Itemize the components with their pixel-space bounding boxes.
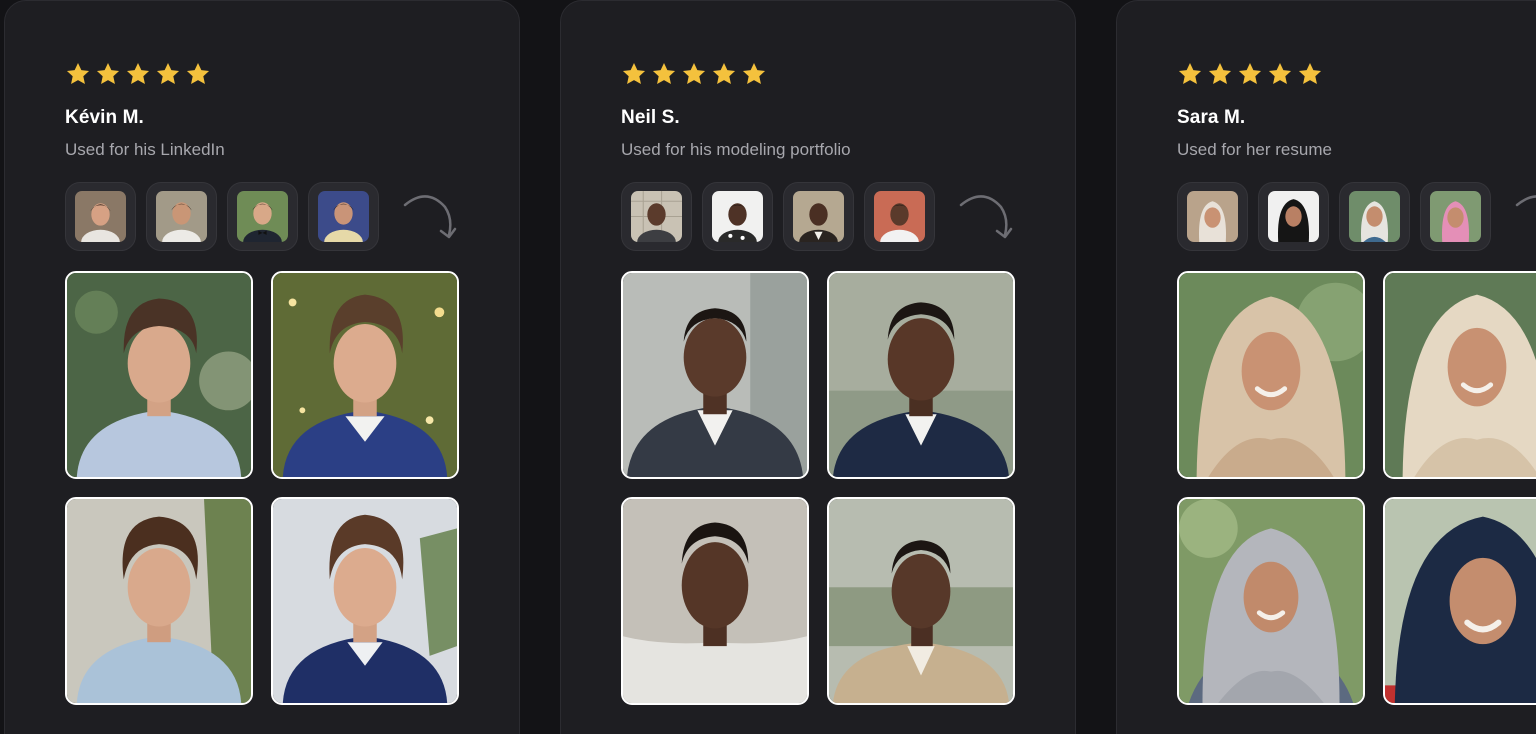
headshot-image <box>271 271 459 479</box>
headshot-image <box>827 497 1015 705</box>
headshot-image <box>1383 271 1536 479</box>
star-rating <box>65 61 211 87</box>
input-photo-thumbnail <box>1258 182 1329 251</box>
selfie-image <box>793 191 844 242</box>
headshot-image <box>65 497 253 705</box>
star-icon <box>156 62 180 84</box>
headshot-image <box>621 497 809 705</box>
curved-arrow-icon <box>403 195 457 239</box>
input-photo-thumbnail <box>1339 182 1410 251</box>
star-icon <box>682 62 706 84</box>
input-photo-thumbnail <box>864 182 935 251</box>
star-icon <box>1208 62 1232 84</box>
selfie-image <box>237 191 288 242</box>
input-photo-thumbnail <box>227 182 298 251</box>
reviewer-usage: Used for his LinkedIn <box>65 140 225 159</box>
star-icon <box>1268 62 1292 84</box>
input-photo-thumbnail <box>702 182 773 251</box>
testimonial-card: Neil S. Used for his modeling portfolio <box>560 0 1076 734</box>
testimonial-card: Kévin M. Used for his LinkedIn <box>4 0 520 734</box>
star-icon <box>66 62 90 84</box>
star-icon <box>126 62 150 84</box>
selfie-image <box>712 191 763 242</box>
star-icon <box>742 62 766 84</box>
input-photo-thumbnail <box>308 182 379 251</box>
headshot-image <box>1383 497 1536 705</box>
input-photo-thumbnail <box>65 182 136 251</box>
headshot-image <box>1177 271 1365 479</box>
testimonial-card: Sara M. Used for her resume <box>1116 0 1536 734</box>
input-photo-thumbnail <box>621 182 692 251</box>
testimonials-section: Kévin M. Used for his LinkedIn Neil S. U… <box>0 0 1536 734</box>
selfie-image <box>1268 191 1319 242</box>
input-photos <box>1177 182 1491 251</box>
input-photo-thumbnail <box>146 182 217 251</box>
star-rating <box>621 61 767 87</box>
input-photo-thumbnail <box>1420 182 1491 251</box>
reviewer-name: Sara M. <box>1177 107 1246 128</box>
selfie-image <box>1349 191 1400 242</box>
headshot-image <box>271 497 459 705</box>
reviewer-name: Kévin M. <box>65 107 144 128</box>
star-icon <box>652 62 676 84</box>
star-icon <box>622 62 646 84</box>
input-photo-thumbnail <box>1177 182 1248 251</box>
selfie-image <box>874 191 925 242</box>
headshot-image <box>827 271 1015 479</box>
selfie-image <box>75 191 126 242</box>
selfie-image <box>631 191 682 242</box>
input-photo-thumbnail <box>783 182 854 251</box>
input-photos <box>65 182 379 251</box>
star-icon <box>1238 62 1262 84</box>
star-icon <box>712 62 736 84</box>
headshot-image <box>1177 497 1365 705</box>
curved-arrow-icon <box>1515 195 1536 207</box>
star-icon <box>186 62 210 84</box>
reviewer-usage: Used for his modeling portfolio <box>621 140 851 159</box>
curved-arrow-icon <box>959 195 1013 239</box>
reviewer-name: Neil S. <box>621 107 680 128</box>
selfie-image <box>1187 191 1238 242</box>
star-icon <box>1298 62 1322 84</box>
input-photos <box>621 182 935 251</box>
headshot-image <box>621 271 809 479</box>
star-icon <box>1178 62 1202 84</box>
reviewer-usage: Used for her resume <box>1177 140 1332 159</box>
selfie-image <box>318 191 369 242</box>
selfie-image <box>156 191 207 242</box>
selfie-image <box>1430 191 1481 242</box>
star-icon <box>96 62 120 84</box>
star-rating <box>1177 61 1323 87</box>
headshot-image <box>65 271 253 479</box>
